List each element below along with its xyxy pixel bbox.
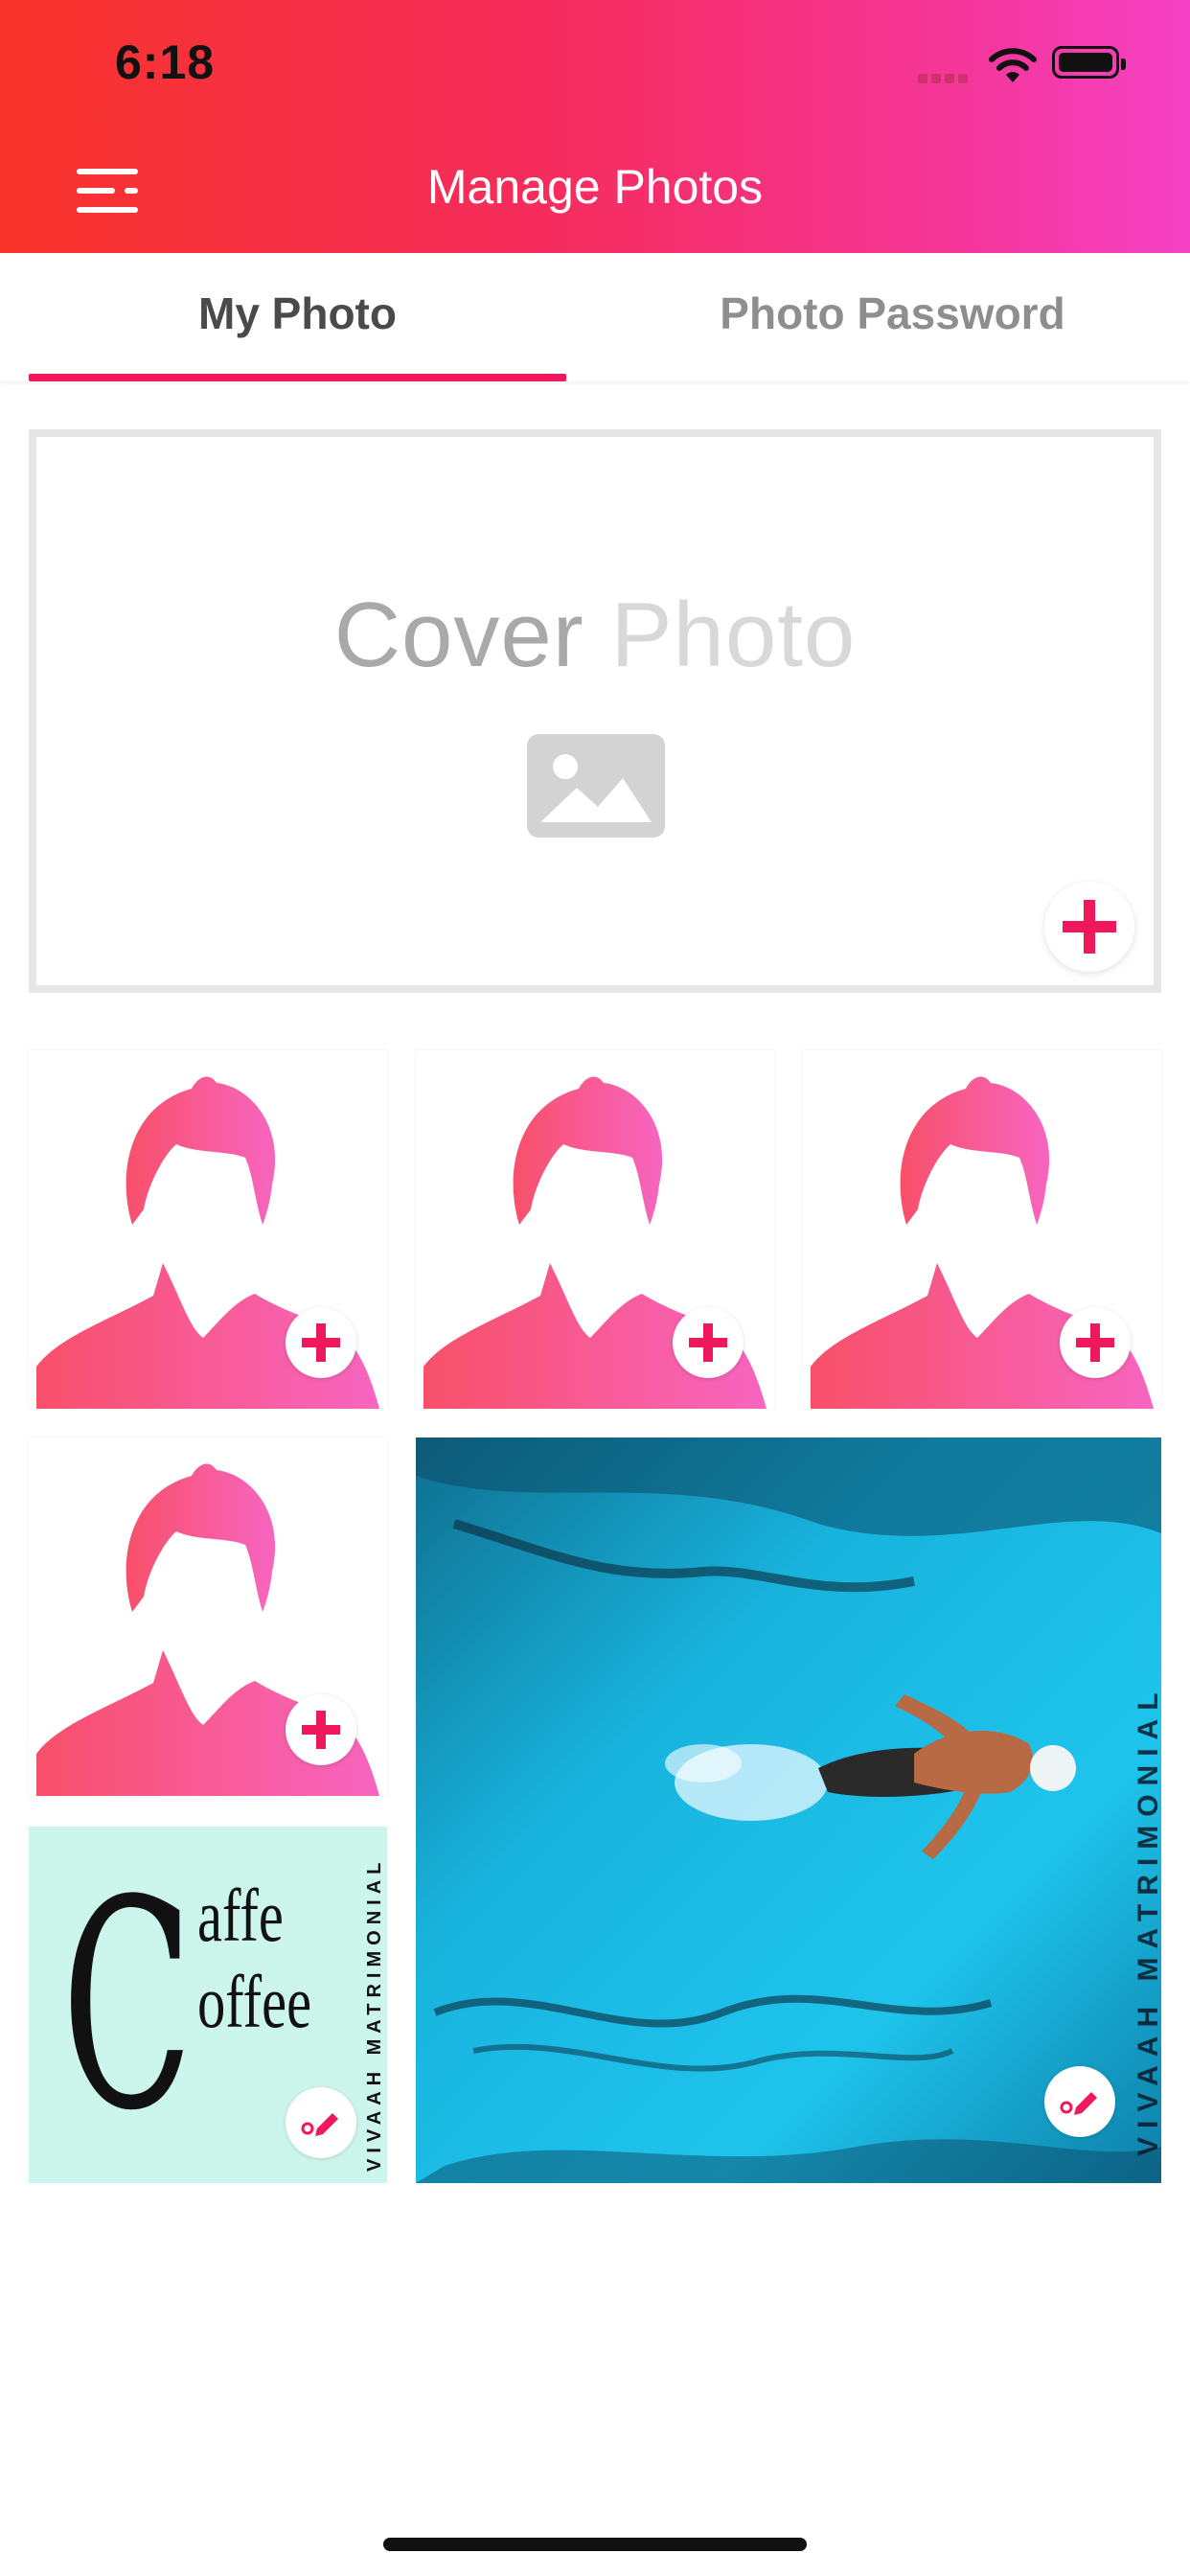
add-photo-button[interactable] [1060,1307,1131,1378]
plus-icon [689,1323,727,1362]
swimmer-image [416,1438,1161,2183]
battery-icon [1052,46,1126,79]
tab-my-photo[interactable]: My Photo [29,288,566,339]
add-photo-button[interactable] [286,1307,356,1378]
watermark-text: VIVAAH MATRIMONIAL [364,1856,385,2172]
page-title: Manage Photos [426,160,764,214]
edit-pencil-icon [301,2113,338,2136]
cellular-signal-icon [918,71,972,88]
logo-line-2: offee [197,1960,312,2043]
active-tab-indicator [29,374,566,381]
caffe-coffee-photo[interactable]: C affe offee VIVAAH MATRIMONIAL [29,1827,387,2183]
cover-text-secondary: Photo [610,584,857,686]
image-placeholder-icon [527,734,665,838]
add-cover-photo-button[interactable] [1044,882,1134,972]
logo-line-1: affe [197,1874,284,1957]
status-time: 6:18 [115,35,216,89]
plus-icon [1063,900,1116,954]
photo-slot[interactable] [29,1050,387,1409]
status-bar: 6:18 [0,0,1190,126]
logo-initial: C [61,1839,194,2174]
plus-icon [302,1711,340,1749]
edit-pencil-icon [1060,2092,1097,2115]
edit-photo-button[interactable] [1044,2066,1115,2137]
cover-photo-label: Cover Photo [36,583,1154,688]
tab-photo-password[interactable]: Photo Password [624,288,1161,339]
tab-bar: My Photo Photo Password [0,253,1190,381]
edit-photo-button[interactable] [286,2087,356,2158]
app-header: 6:18 Manage Photos [0,0,1190,253]
wifi-icon [989,48,1037,82]
photo-slot[interactable] [803,1050,1161,1409]
plus-icon [302,1323,340,1362]
home-indicator[interactable] [383,2538,807,2551]
plus-icon [1076,1323,1114,1362]
photo-slot[interactable] [416,1050,774,1409]
add-photo-button[interactable] [286,1694,356,1765]
add-photo-button[interactable] [673,1307,744,1378]
watermark-text: VIVAAH MATRIMONIAL [1133,1684,1161,2156]
cover-photo-box[interactable]: Cover Photo [29,429,1161,993]
cover-text-primary: Cover [333,584,611,686]
swimmer-photo[interactable]: VIVAAH MATRIMONIAL [416,1438,1161,2183]
nav-bar: Manage Photos [0,126,1190,253]
photo-slot[interactable] [29,1438,387,1796]
